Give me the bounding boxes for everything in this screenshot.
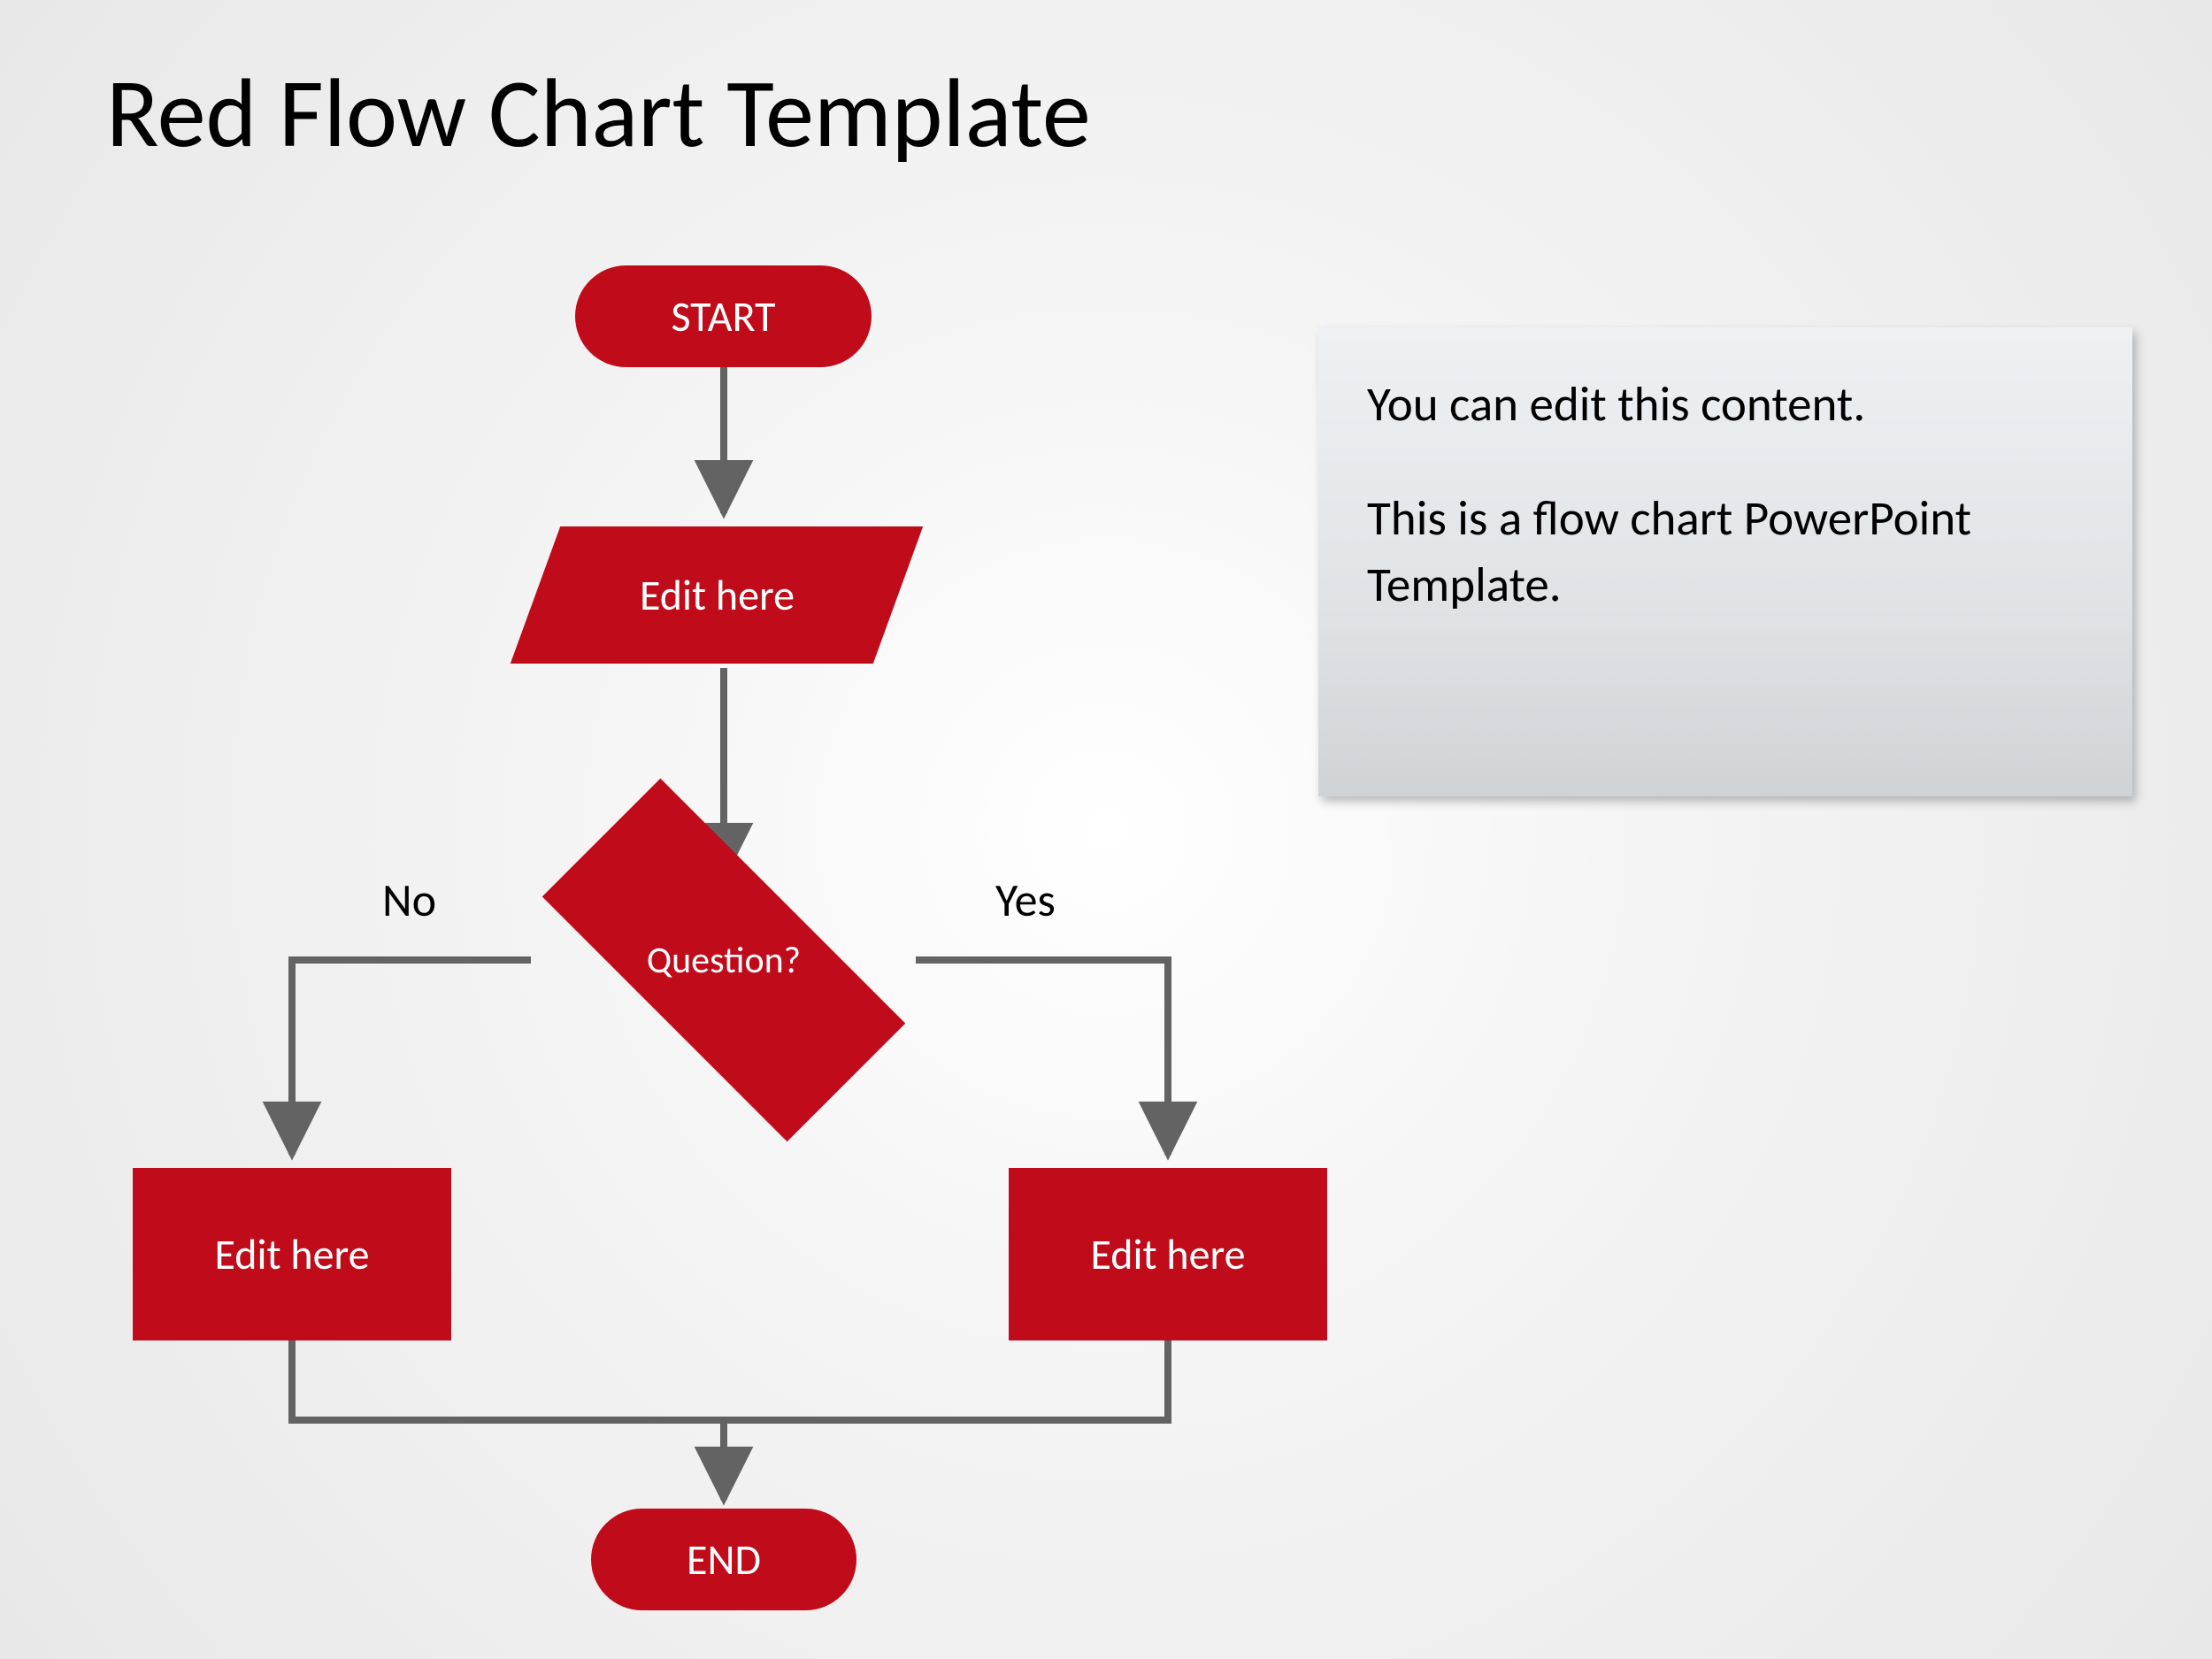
end-node[interactable]: END (591, 1509, 856, 1610)
decision-node[interactable]: Question? (547, 867, 901, 1053)
process-left-label: Edit here (215, 1228, 370, 1280)
start-node[interactable]: START (575, 265, 872, 367)
flow-connectors (0, 0, 2212, 1659)
input-node[interactable]: Edit here (511, 526, 923, 664)
end-label: END (687, 1533, 761, 1586)
process-right-node[interactable]: Edit here (1009, 1168, 1327, 1340)
input-label: Edit here (640, 569, 795, 621)
process-right-label: Edit here (1091, 1228, 1246, 1280)
start-label: START (671, 290, 775, 342)
process-left-node[interactable]: Edit here (133, 1168, 451, 1340)
